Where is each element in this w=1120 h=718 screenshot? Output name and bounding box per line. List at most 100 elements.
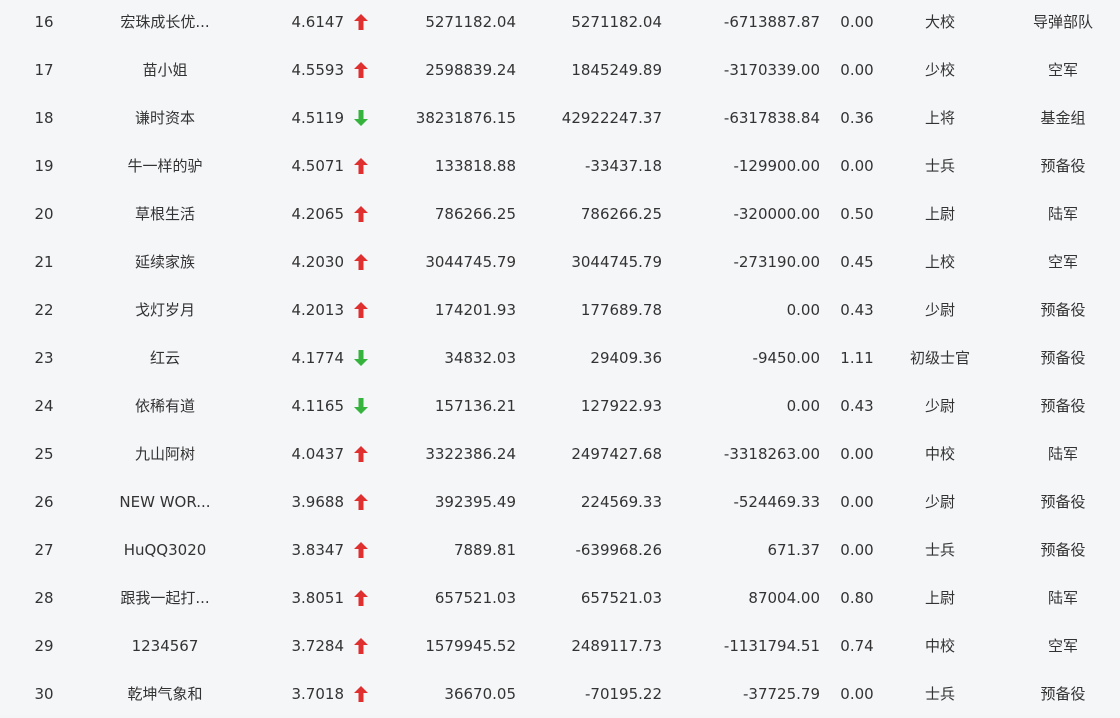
trend-cell (352, 190, 370, 238)
name-cell: 戈灯岁月 (134, 301, 195, 319)
table-row[interactable]: 29 1234567 3.7284 1579945.52 2489117.73 -1131… (0, 622, 1120, 670)
name-cell: 谦时资本 (134, 109, 195, 127)
table-row[interactable]: 24 依稀有道 4.1165 157136.21 127922.93 0.00 0.43 少尉… (0, 382, 1120, 430)
rank-title-cell: 士兵 (924, 157, 955, 175)
table-row[interactable]: 19 牛一样的驴 4.5071 133818.88 -33437.18 -129900.0… (0, 142, 1120, 190)
rank-title-cell: 上尉 (924, 589, 955, 607)
arrow-down-icon (354, 109, 368, 126)
score-cell: 4.0437 (291, 445, 345, 463)
unit-cell: 预备役 (1040, 493, 1086, 511)
trend-cell (352, 478, 370, 526)
arrow-up-icon (354, 541, 368, 558)
value-2-cell: -70195.22 (585, 685, 662, 703)
rank-title-cell: 少尉 (924, 301, 955, 319)
name-cell: 依稀有道 (134, 397, 195, 415)
unit-cell: 预备役 (1040, 301, 1086, 319)
value-3-cell: 87004.00 (748, 589, 820, 607)
table-row[interactable]: 27 HuQQ3020 3.8347 7889.81 -639968.26 671.37 0… (0, 526, 1120, 574)
ratio-cell: 0.00 (840, 493, 874, 511)
value-2-cell: 29409.36 (590, 349, 662, 367)
value-3-cell: -273190.00 (733, 253, 820, 271)
score-cell: 3.8051 (291, 589, 345, 607)
value-1-cell: 657521.03 (434, 589, 516, 607)
table-row[interactable]: 21 延续家族 4.2030 3044745.79 3044745.79 -273190.… (0, 238, 1120, 286)
table-row[interactable]: 30 乾坤气象和 3.7018 36670.05 -70195.22 -37725.79 0… (0, 670, 1120, 718)
score-cell: 4.1774 (291, 349, 345, 367)
value-1-cell: 7889.81 (453, 541, 516, 559)
rank-cell: 28 (34, 589, 54, 607)
trend-cell (352, 46, 370, 94)
name-cell: 草根生活 (134, 205, 195, 223)
trend-cell (352, 382, 370, 430)
rank-title-cell: 少校 (924, 61, 955, 79)
score-cell: 4.1165 (291, 397, 345, 415)
name-cell: 1234567 (131, 637, 199, 655)
table-row[interactable]: 23 红云 4.1774 34832.03 29409.36 -9450.00 1.11 初级… (0, 334, 1120, 382)
table-row[interactable]: 28 跟我一起打... 3.8051 657521.03 657521.03 87004.… (0, 574, 1120, 622)
rank-cell: 24 (34, 397, 54, 415)
value-1-cell: 157136.21 (434, 397, 516, 415)
value-2-cell: 5271182.04 (571, 13, 662, 31)
rank-cell: 17 (34, 61, 54, 79)
value-1-cell: 34832.03 (444, 349, 516, 367)
value-3-cell: -3318263.00 (723, 445, 820, 463)
trend-cell (352, 286, 370, 334)
table-row[interactable]: 25 九山阿树 4.0437 3322386.24 2497427.68 -3318263… (0, 430, 1120, 478)
value-3-cell: -524469.33 (733, 493, 820, 511)
name-cell: HuQQ3020 (123, 541, 207, 559)
ratio-cell: 0.43 (840, 301, 874, 319)
score-cell: 3.8347 (291, 541, 345, 559)
arrow-down-icon (354, 349, 368, 366)
value-1-cell: 786266.25 (434, 205, 516, 223)
table-row[interactable]: 17 苗小姐 4.5593 2598839.24 1845249.89 -3170339.… (0, 46, 1120, 94)
score-cell: 4.2065 (291, 205, 345, 223)
unit-cell: 空军 (1047, 253, 1078, 271)
rank-cell: 23 (34, 349, 54, 367)
table-row[interactable]: 26 NEW WOR... 3.9688 392395.49 224569.33 -524… (0, 478, 1120, 526)
unit-cell: 陆军 (1047, 589, 1078, 607)
trend-cell (352, 142, 370, 190)
name-cell: 宏珠成长优... (120, 13, 210, 31)
rank-title-cell: 少尉 (924, 493, 955, 511)
trend-cell (352, 430, 370, 478)
unit-cell: 空军 (1047, 637, 1078, 655)
rank-title-cell: 中校 (924, 445, 955, 463)
arrow-up-icon (354, 445, 368, 462)
ratio-cell: 0.43 (840, 397, 874, 415)
value-2-cell: 177689.78 (580, 301, 662, 319)
rank-cell: 18 (34, 109, 54, 127)
value-1-cell: 36670.05 (444, 685, 516, 703)
trend-cell (352, 670, 370, 718)
table-row[interactable]: 22 戈灯岁月 4.2013 174201.93 177689.78 0.00 0.43 少尉… (0, 286, 1120, 334)
rank-cell: 27 (34, 541, 54, 559)
arrow-up-icon (354, 61, 368, 78)
table-row[interactable]: 16 宏珠成长优... 4.6147 5271182.04 5271182.04 -671… (0, 0, 1120, 46)
rank-cell: 25 (34, 445, 54, 463)
value-3-cell: -129900.00 (733, 157, 820, 175)
arrow-up-icon (354, 589, 368, 606)
name-cell: NEW WOR... (119, 493, 211, 511)
ratio-cell: 0.50 (840, 205, 874, 223)
rank-title-cell: 士兵 (924, 541, 955, 559)
rank-title-cell: 初级士官 (909, 349, 970, 367)
rank-title-cell: 上校 (924, 253, 955, 271)
trend-cell (352, 574, 370, 622)
ratio-cell: 0.00 (840, 157, 874, 175)
arrow-up-icon (354, 157, 368, 174)
value-3-cell: 0.00 (786, 397, 820, 415)
value-2-cell: -639968.26 (575, 541, 662, 559)
value-1-cell: 38231876.15 (415, 109, 516, 127)
unit-cell: 预备役 (1040, 349, 1086, 367)
value-3-cell: -1131794.51 (723, 637, 820, 655)
ratio-cell: 0.00 (840, 541, 874, 559)
unit-cell: 预备役 (1040, 685, 1086, 703)
unit-cell: 预备役 (1040, 397, 1086, 415)
rank-cell: 22 (34, 301, 54, 319)
rank-title-cell: 中校 (924, 637, 955, 655)
table-row[interactable]: 18 谦时资本 4.5119 38231876.15 42922247.37 -63178… (0, 94, 1120, 142)
rank-title-cell: 大校 (924, 13, 955, 31)
ratio-cell: 0.45 (840, 253, 874, 271)
table-row[interactable]: 20 草根生活 4.2065 786266.25 786266.25 -320000.00… (0, 190, 1120, 238)
rank-title-cell: 上将 (924, 109, 955, 127)
rank-title-cell: 上尉 (924, 205, 955, 223)
